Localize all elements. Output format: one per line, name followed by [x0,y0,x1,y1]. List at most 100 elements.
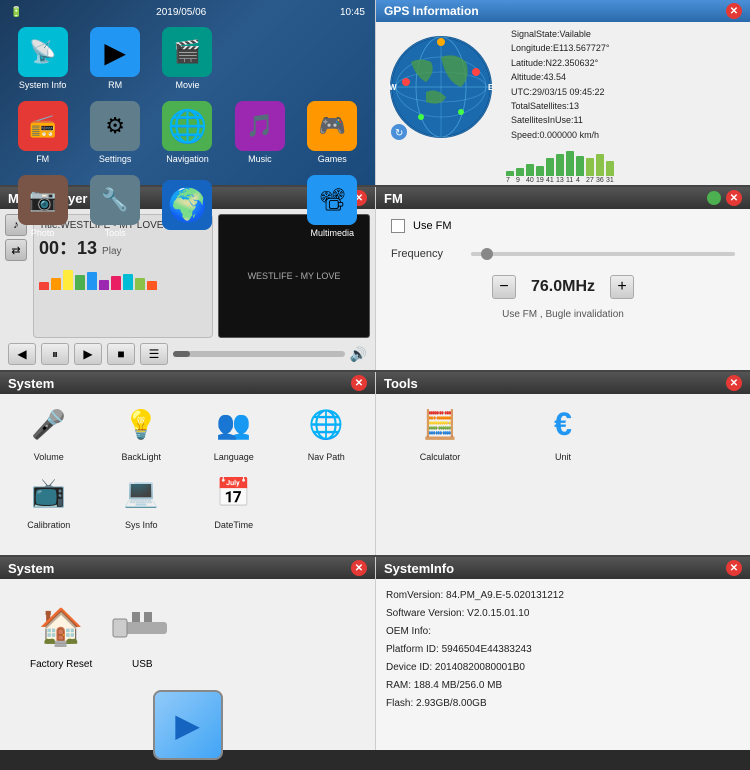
fm-use-label: Use FM [413,220,452,232]
fm-frequency-display: − 76.0MHz + [391,275,735,299]
tools-icon: 🔧 [90,175,140,225]
play-status: Play [102,246,121,257]
calculator-label: Calculator [420,452,461,462]
device-id: Device ID: 20140820080001B0 [386,659,740,677]
gps-header: GPS Information ✕ [376,0,750,22]
language-icon-img: 👥 [209,399,259,449]
tool-unit[interactable]: € Unit [504,399,622,462]
factory-reset-label: Factory Reset [30,659,92,670]
fm-label: FM [36,154,49,164]
app-settings[interactable]: ⚙ Settings [80,97,149,168]
bottom-system-panel: System ✕ 🏠 Factory Reset [0,557,375,750]
app-movie[interactable]: 🎬 Movie [153,23,222,94]
sysinfo-content: RomVersion: 84.PM_A9.E-5.020131212 Softw… [376,579,750,721]
system-info-label: System Info [19,80,67,90]
ram-info: RAM: 188.4 MB/256.0 MB [386,677,740,695]
oem-info: OEM Info: [386,623,740,641]
empty-icon1 [235,32,285,82]
prev-button[interactable]: ◀ [8,343,36,365]
system-info-close-button[interactable]: ✕ [726,560,742,576]
bottom-system-close-button[interactable]: ✕ [351,560,367,576]
rm-icon: ▶ [90,27,140,77]
app-empty3 [225,171,294,242]
fm-checkbox-row: Use FM [391,219,735,233]
settings-icon: ⚙ [90,101,140,151]
fm-plus-button[interactable]: + [610,275,634,299]
nav2-icon: 🌍 [162,180,212,230]
multimedia-icon: 📽 [307,175,357,225]
fm-slider-thumb[interactable] [481,248,493,260]
app-rm[interactable]: ▶ RM [80,23,149,94]
system-panel: System ✕ 🎤 Volume 💡 BackLight 👥 Language… [0,372,375,555]
navpath-label: Nav Path [308,452,345,462]
system-title: System [8,376,54,391]
sys-datetime[interactable]: 📅 DateTime [190,467,278,530]
fm-minimize-button[interactable] [707,191,721,205]
music-icon: 🎵 [235,101,285,151]
fm-note: Use FM , Bugle invalidation [391,309,735,320]
sys-language[interactable]: 👥 Language [190,399,278,462]
music-progress-bar[interactable] [173,351,345,357]
gps-signal-bars [506,146,745,176]
gps-info-text: SignalState:Vailable Longitude:E113.5677… [506,27,745,142]
software-version: Software Version: V2.0.15.01.10 [386,605,740,623]
fm-minus-button[interactable]: − [492,275,516,299]
rom-version: RomVersion: 84.PM_A9.E-5.020131212 [386,587,740,605]
sys-sysinfo[interactable]: 💻 Sys Info [98,467,186,530]
gps-close-button[interactable]: ✕ [726,3,742,19]
navigation-label: Navigation [166,154,209,164]
gps-panel: GPS Information ✕ [375,0,750,185]
app-photo[interactable]: 📷 Photo [8,171,77,242]
games-label: Games [318,154,347,164]
settings-label: Settings [99,154,132,164]
next-button[interactable]: ▶ [74,343,102,365]
battery-icon: 🔋 [10,7,22,18]
system-info-header: SystemInfo ✕ [376,557,750,579]
sys-backlight[interactable]: 💡 BackLight [98,399,186,462]
tool-calculator[interactable]: 🧮 Calculator [381,399,499,462]
usb-label: USB [132,659,153,670]
app-music[interactable]: 🎵 Music [225,97,294,168]
usb-img [112,599,172,654]
volume-icon: 🔊 [350,346,367,363]
tools-close-button[interactable]: ✕ [726,375,742,391]
empty-icon2 [307,32,357,82]
factory-reset-img: 🏠 [31,599,91,654]
system-info-icon: 📡 [18,27,68,77]
system-close-button[interactable]: ✕ [351,375,367,391]
app-fm[interactable]: 📻 FM [8,97,77,168]
factory-reset-icon[interactable]: 🏠 Factory Reset [30,599,92,670]
fm-use-checkbox[interactable] [391,219,405,233]
app-icons-grid: 📡 System Info ▶ RM 🎬 Movie 📻 FM [5,20,370,245]
sys-navpath[interactable]: 🌐 Nav Path [283,399,371,462]
equalizer [39,265,207,290]
app-games[interactable]: 🎮 Games [298,97,367,168]
sys-volume[interactable]: 🎤 Volume [5,399,93,462]
bottom-sys-icons-area: 🏠 Factory Reset USB [15,589,360,680]
fm-frequency-slider[interactable] [471,252,735,256]
backlight-icon-img: 💡 [116,399,166,449]
list-button[interactable]: ☰ [140,343,168,365]
movie-icon: 🎬 [162,27,212,77]
empty-icon3 [235,180,285,230]
app-system-info[interactable]: 📡 System Info [8,23,77,94]
time-display: 10:45 [340,7,365,18]
svg-text:W: W [389,83,397,92]
fm-frequency-label: Frequency [391,248,461,260]
app-multimedia[interactable]: 📽 Multimedia [298,171,367,242]
app-navigation[interactable]: 🌐 Navigation [153,97,222,168]
gps-globe: W E ↻ [381,27,501,147]
fm-close-button[interactable]: ✕ [726,190,742,206]
gps-title: GPS Information [384,4,479,18]
photo-icon: 📷 [18,175,68,225]
stop-button[interactable]: ■ [107,343,135,365]
app-tools[interactable]: 🔧 Tools [80,171,149,242]
pause-button[interactable]: ⏸ [41,343,69,365]
status-bar: 🔋 2019/05/06 10:45 [5,5,370,20]
gps-content: W E ↻ SignalState:Vailable Longitude:E11… [376,22,750,185]
backlight-label: BackLight [121,452,161,462]
usb-icon[interactable]: USB [112,599,172,670]
app-nav2[interactable]: 🌍 [153,171,222,242]
sys-calibration[interactable]: 📺 Calibration [5,467,93,530]
fm-icon: 📻 [18,101,68,151]
